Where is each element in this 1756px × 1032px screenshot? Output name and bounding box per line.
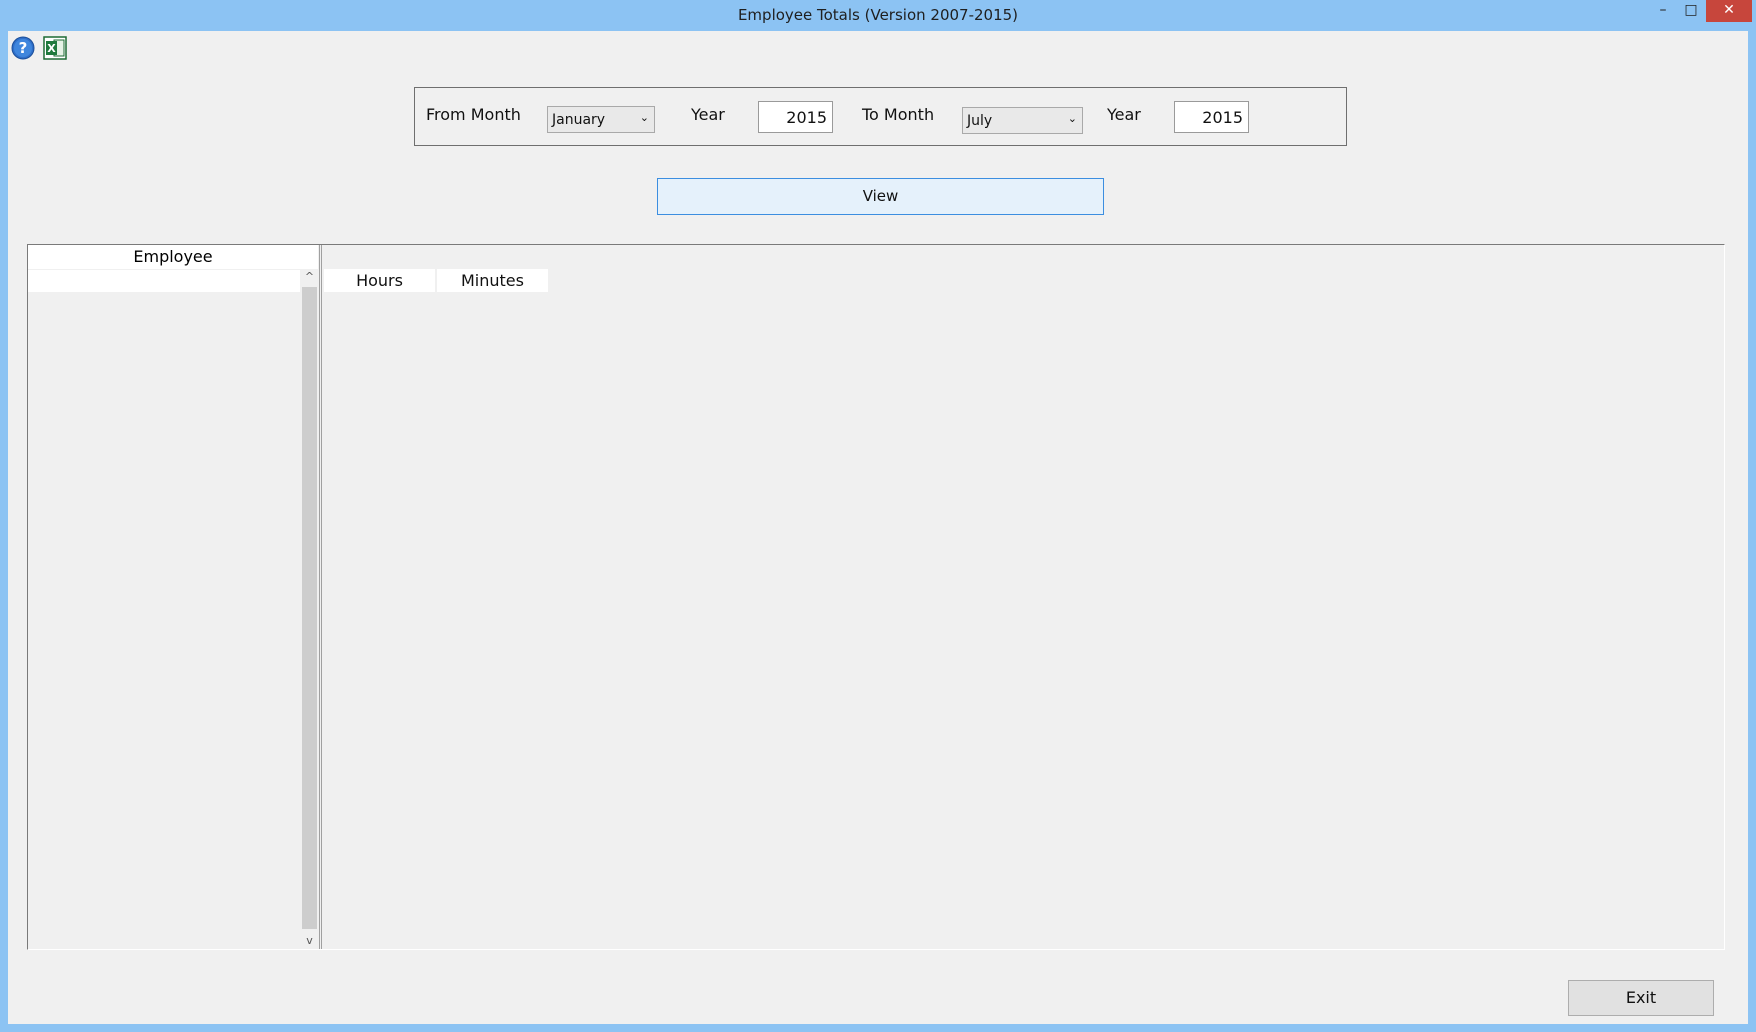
from-year-label: Year [691, 105, 725, 124]
date-range-filter: From Month January ⌄ Year 2015 To Month … [414, 87, 1347, 146]
panel-splitter[interactable] [319, 245, 322, 949]
maximize-button[interactable]: □ [1676, 0, 1706, 22]
window-title: Employee Totals (Version 2007-2015) [737, 6, 1019, 24]
from-month-value: January [552, 112, 606, 128]
minutes-column-header: Minutes [437, 269, 548, 292]
from-month-label: From Month [426, 105, 521, 124]
employee-list-row[interactable] [28, 270, 300, 292]
employee-scrollbar[interactable]: ^ v [301, 269, 318, 949]
hours-column-header: Hours [324, 269, 435, 292]
exit-button[interactable]: Exit [1568, 980, 1714, 1016]
scroll-down-icon[interactable]: v [301, 933, 318, 949]
to-month-value: July [967, 113, 993, 129]
to-month-select[interactable]: July ⌄ [962, 107, 1083, 134]
to-year-label: Year [1107, 105, 1141, 124]
help-icon[interactable]: ? [11, 36, 35, 60]
to-year-input[interactable]: 2015 [1174, 101, 1249, 133]
app-window: Employee Totals (Version 2007-2015) – □ … [0, 0, 1756, 1032]
svg-text:X: X [47, 42, 56, 55]
svg-text:?: ? [19, 39, 28, 57]
close-button[interactable]: ✕ [1706, 0, 1752, 22]
employee-list-panel: Employee ^ v [28, 245, 318, 949]
excel-icon[interactable]: X [43, 36, 67, 60]
employee-column-header: Employee [28, 245, 318, 269]
scroll-up-icon[interactable]: ^ [301, 269, 318, 285]
totals-grid: Employee ^ v Hours Minutes [27, 244, 1725, 950]
to-month-label: To Month [862, 105, 935, 124]
title-bar: Employee Totals (Version 2007-2015) – □ … [0, 0, 1756, 31]
client-area: ? X From Month January ⌄ Year 2015 To Mo… [8, 31, 1748, 1024]
scroll-thumb[interactable] [302, 287, 317, 929]
chevron-down-icon: ⌄ [639, 111, 649, 124]
from-month-select[interactable]: January ⌄ [547, 106, 655, 133]
view-button[interactable]: View [657, 178, 1104, 215]
from-year-input[interactable]: 2015 [758, 101, 833, 133]
minimize-button[interactable]: – [1646, 0, 1680, 22]
chevron-down-icon: ⌄ [1067, 112, 1077, 125]
